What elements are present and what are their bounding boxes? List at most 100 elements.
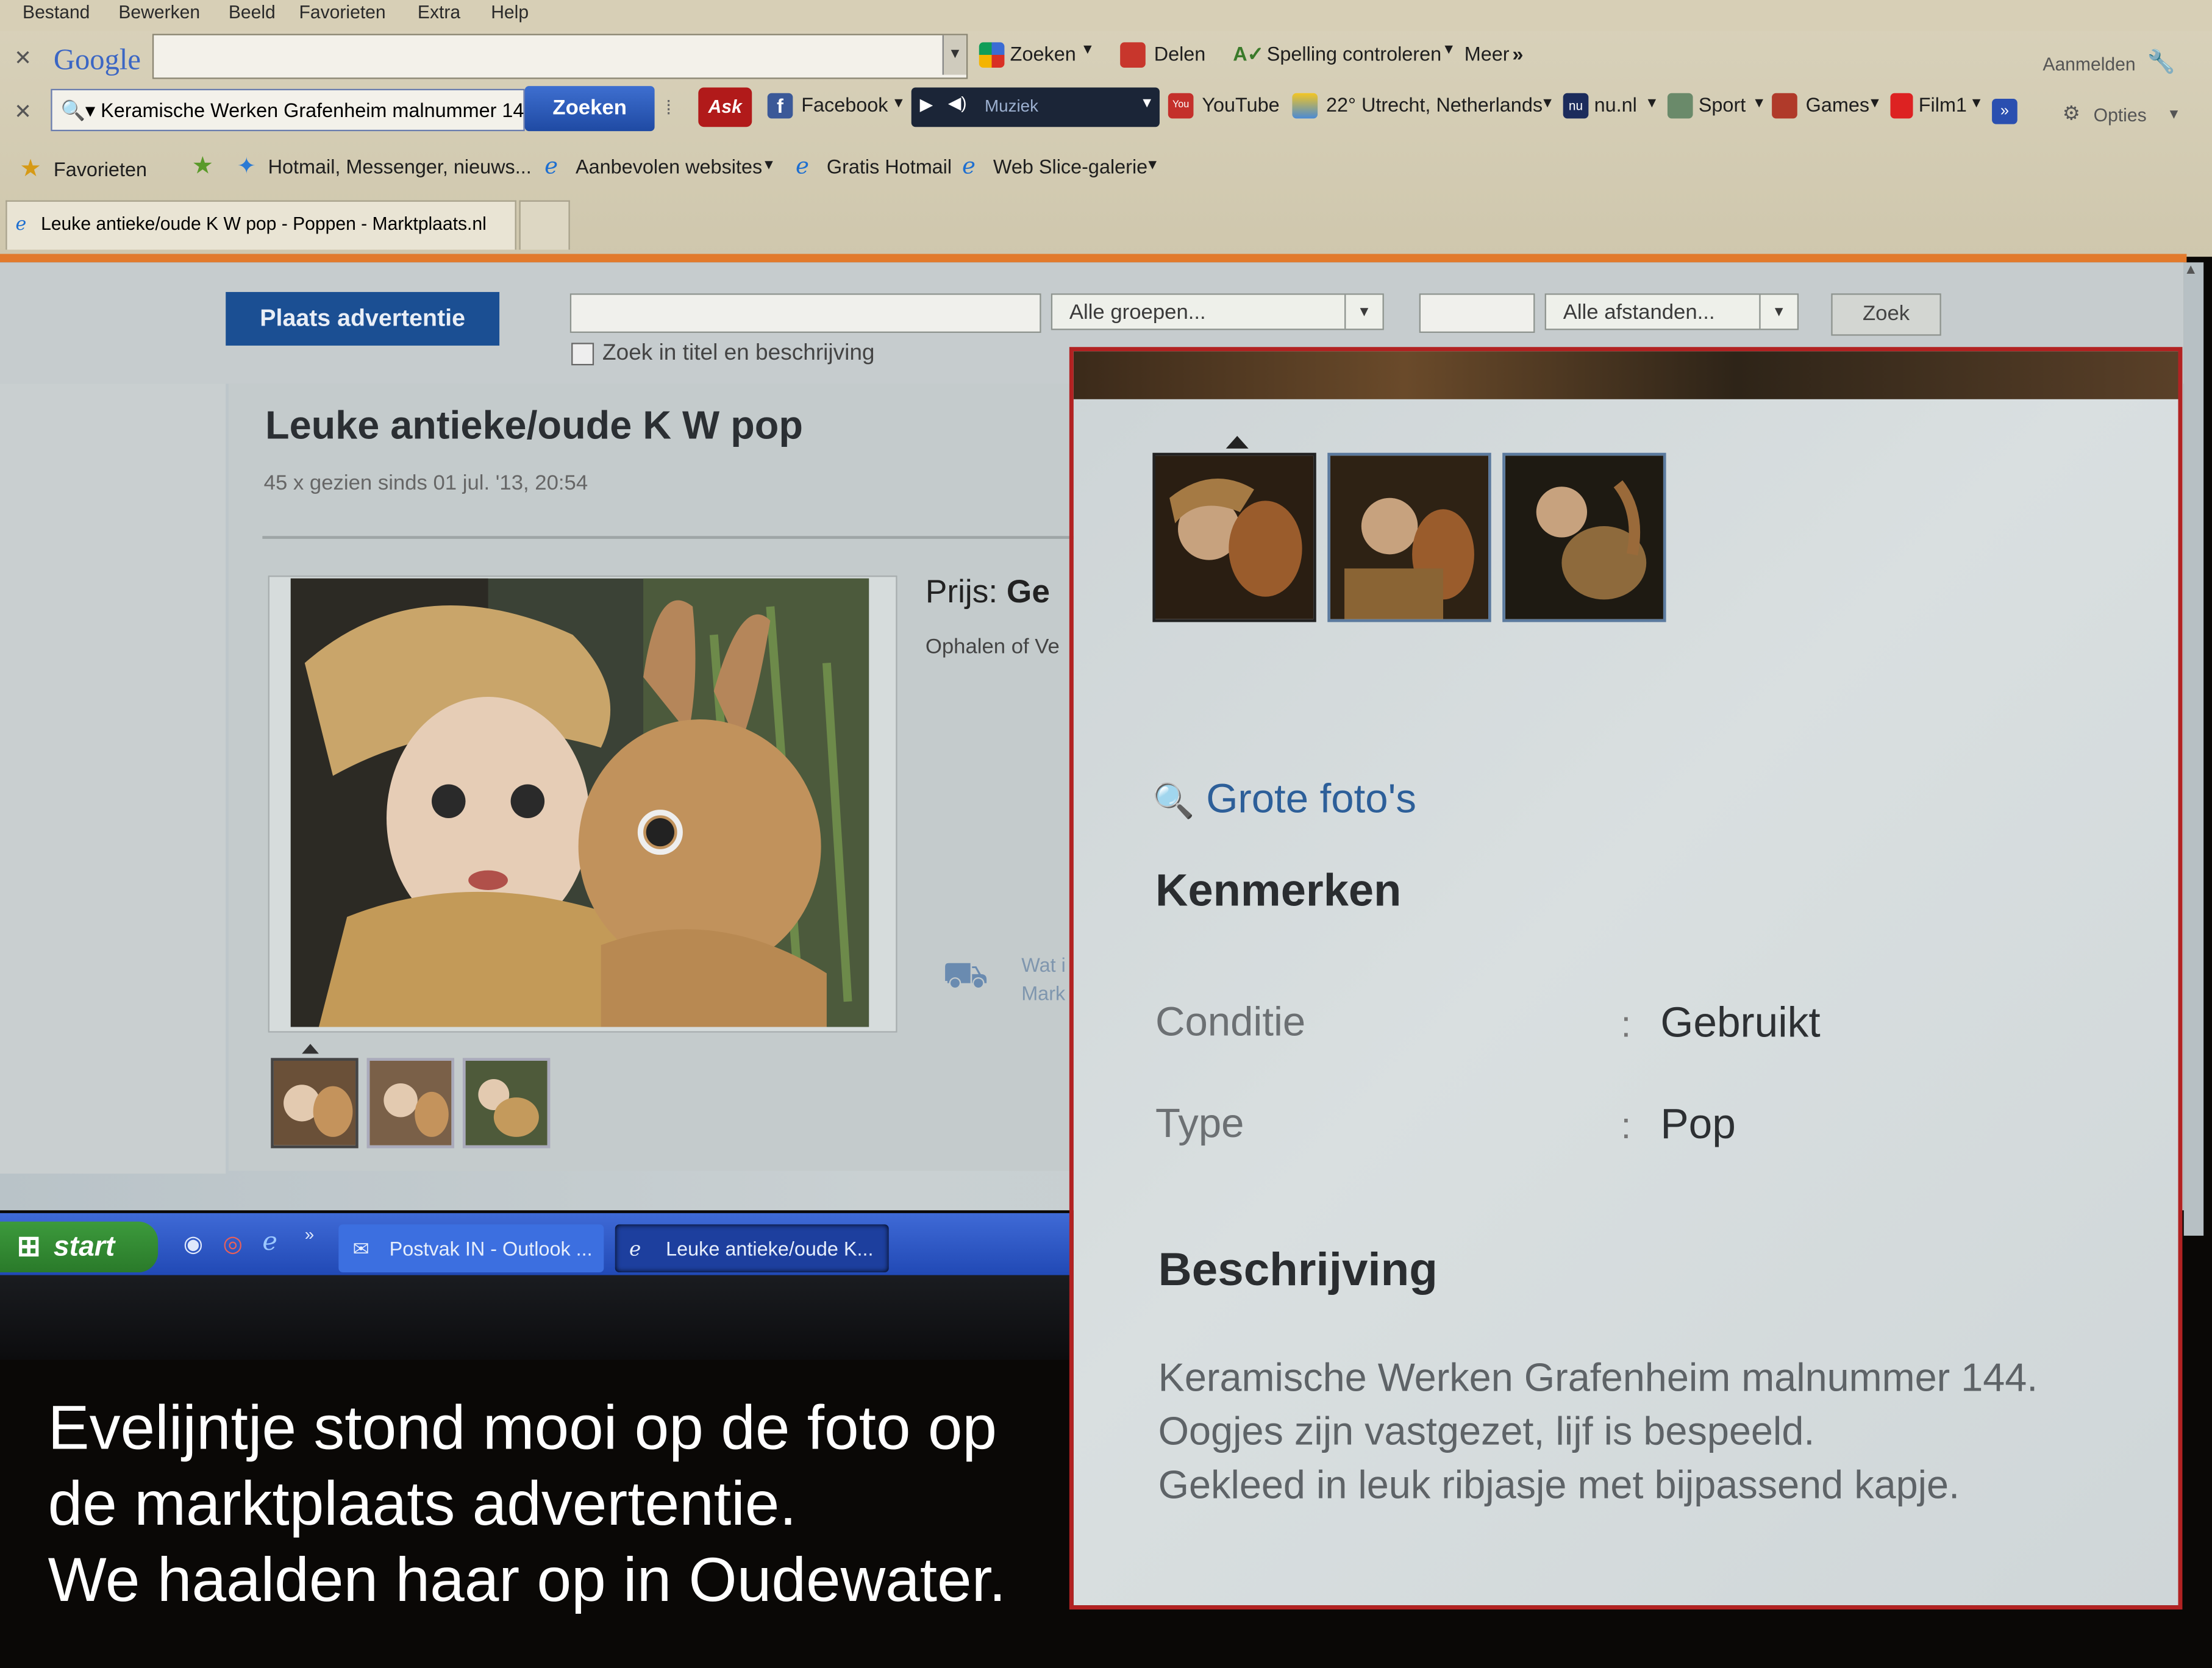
aanmelden-link[interactable]: Aanmelden [2043,54,2135,75]
chevron-down-icon[interactable]: ▼ [2167,107,2181,123]
kenmerken-heading: Kenmerken [1155,864,1402,916]
games-button[interactable]: Games [1806,93,1869,116]
chevron-down-icon[interactable]: ▼ [1645,96,1659,111]
play-icon[interactable]: ▶ [920,94,933,114]
photo-thumbnail[interactable] [1152,452,1316,622]
volume-icon[interactable]: ◀) [948,93,967,113]
weather-button[interactable]: 22° Utrecht, Netherlands [1326,93,1543,116]
chevron-down-icon[interactable]: ▼ [1969,96,1983,111]
chevron-down-icon[interactable]: ▼ [762,158,776,173]
music-label: Muziek [985,96,1038,116]
distance-select[interactable]: Alle afstanden... ▼ [1544,293,1799,330]
film1-button[interactable]: Film1 [1919,93,1967,116]
scrollbar[interactable] [2183,262,2204,1236]
zoek-button[interactable]: Zoek [1831,293,1941,336]
sport-button[interactable]: Sport [1699,93,1746,116]
delen-button[interactable]: Delen [1154,42,1206,65]
more-chevron-icon[interactable]: » [305,1224,314,1244]
double-chevron-icon[interactable]: » [1512,42,1523,65]
chrome-icon[interactable]: ◎ [223,1230,243,1258]
menu-favorieten[interactable]: Favorieten [299,1,386,23]
google-search-icon [979,42,1005,68]
postcode-input[interactable] [1419,293,1535,333]
separator: : [1621,1104,1632,1147]
resize-handle-icon[interactable]: ⁞ [666,96,671,118]
groups-select[interactable]: Alle groepen... ▼ [1051,293,1384,330]
games-icon [1772,93,1797,119]
more-chevron-icon[interactable]: » [1992,98,2018,124]
weather-icon [1292,93,1318,119]
zoomed-detail-panel: 🔍 Grote foto's Kenmerken Conditie : Gebr… [1069,347,2183,1610]
fav-aanbevolen[interactable]: Aanbevolen websites [576,155,762,178]
menu-extra[interactable]: Extra [418,1,460,23]
menu-bestand[interactable]: Bestand [23,1,90,23]
nunl-button[interactable]: nu.nl [1594,93,1637,116]
grote-fotos-link[interactable]: 🔍 Grote foto's [1152,777,1416,824]
photo-thumbnail[interactable] [1327,452,1491,622]
chevron-down-icon[interactable]: ▼ [942,35,966,75]
google-search-input[interactable] [152,34,968,79]
google-zoeken-button[interactable]: Zoeken [1010,42,1076,65]
info-line-1: Wat i [1021,953,1066,977]
facebook-button[interactable]: Facebook [801,93,888,116]
tab-label: Leuke antieke/oude K W pop - Poppen - Ma… [41,213,487,235]
photo-thumbnail[interactable] [1502,452,1666,622]
close-toolbar-icon[interactable]: ✕ [14,99,32,124]
music-player[interactable]: ▶ ◀) Muziek ▼ [911,87,1160,127]
outlook-icon[interactable]: ◉ [184,1230,203,1258]
chevron-down-icon[interactable]: ▼ [1541,96,1555,111]
task-marktplaats[interactable]: ℯ Leuke antieke/oude K... [615,1224,889,1273]
fav-web-slice[interactable]: Web Slice-galerie [993,155,1147,178]
chevron-down-icon[interactable]: ▼ [891,96,905,111]
plaats-advertentie-button[interactable]: Plaats advertentie [226,291,500,346]
menu-bewerken[interactable]: Bewerken [118,1,200,23]
wrench-icon[interactable]: 🔧 [2147,48,2175,76]
start-label: start [53,1231,115,1263]
fav-hotmail[interactable]: Hotmail, Messenger, nieuws... [268,155,532,178]
accent-line [0,254,2187,263]
site-search-input[interactable] [569,293,1041,333]
chevron-down-icon[interactable]: ▼ [1140,96,1154,111]
opties-button[interactable]: Opties [2094,104,2147,126]
spelling-button[interactable]: Spelling controleren [1267,42,1441,65]
photo-thumbnail[interactable] [271,1058,359,1149]
gear-icon[interactable]: ⚙ [2063,102,2080,126]
type-label: Type [1155,1102,1244,1147]
meer-button[interactable]: Meer [1465,42,1510,65]
chevron-down-icon[interactable]: ▼ [1442,42,1456,57]
ie-icon: ℯ [544,155,558,179]
photo-thumbnail[interactable] [462,1058,551,1149]
start-button[interactable]: ⊞ start [0,1221,159,1273]
ask-zoeken-button[interactable]: Zoeken [524,86,655,132]
chevron-down-icon[interactable]: ▼ [1146,158,1160,173]
youtube-button[interactable]: YouTube [1202,93,1279,116]
ask-logo[interactable]: Ask [698,87,752,127]
info-snippet[interactable]: Wat i Mark [1021,951,1066,1008]
menu-bar: Bestand Bewerken Beeld Favorieten Extra … [0,0,2212,31]
menu-beeld[interactable]: Beeld [229,1,276,23]
task-outlook[interactable]: ✉ Postvak IN - Outlook ... [338,1224,604,1273]
doll-photo[interactable] [290,578,869,1027]
magnifier-icon: 🔍 [1152,783,1195,821]
photo-thumbnail[interactable] [366,1058,455,1149]
title-description-checkbox[interactable] [571,343,594,366]
add-favorite-icon[interactable]: ★ [192,152,213,180]
new-tab-button[interactable] [519,200,570,250]
chevron-down-icon[interactable]: ▼ [1344,294,1382,329]
menu-help[interactable]: Help [491,1,529,23]
description-line: Gekleed in leuk ribjasje met bijpassend … [1158,1463,1960,1507]
close-toolbar-icon[interactable]: ✕ [14,45,32,70]
fav-gratis-hotmail[interactable]: Gratis Hotmail [827,155,952,178]
left-column [0,383,226,1174]
ie-icon: ℯ [629,1237,641,1260]
scroll-up-icon[interactable]: ▲ [2184,262,2198,277]
ask-search-input[interactable]: 🔍▾ Keramische Werken Grafenheim malnumme… [51,88,525,132]
chevron-down-icon[interactable]: ▼ [1080,42,1094,57]
mail-icon: ✉ [352,1237,369,1260]
tab-marktplaats[interactable]: ℯ Leuke antieke/oude K W pop - Poppen - … [5,200,516,250]
chevron-down-icon[interactable]: ▼ [1752,96,1766,111]
chevron-down-icon[interactable]: ▼ [1759,294,1797,329]
favorieten-button[interactable]: Favorieten [54,158,147,180]
ie-icon[interactable]: ℯ [262,1227,277,1257]
chevron-down-icon[interactable]: ▼ [1868,96,1882,111]
